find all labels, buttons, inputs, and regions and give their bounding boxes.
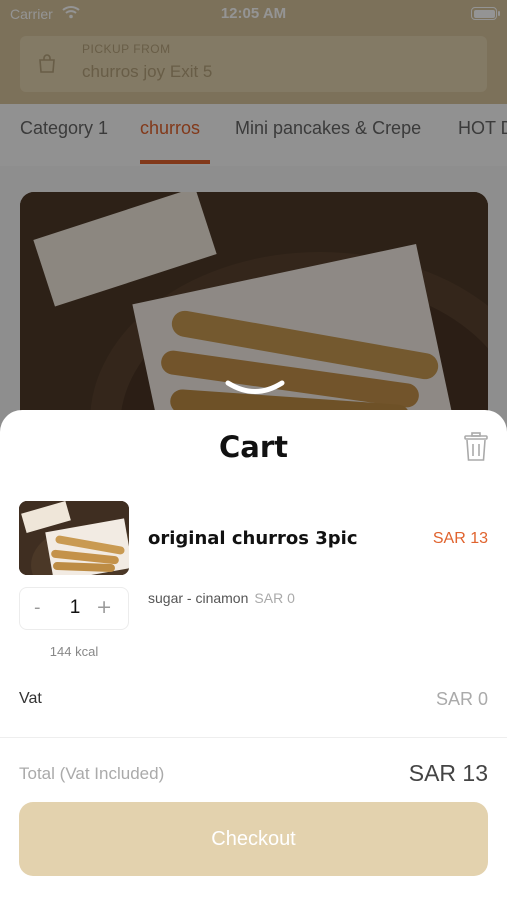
total-label: Total (Vat Included) bbox=[19, 764, 164, 784]
cart-title: Cart bbox=[218, 430, 289, 464]
cart-item-options: sugar - cinamon SAR 0 bbox=[148, 590, 295, 606]
cart-item-name: original churros 3pic bbox=[148, 528, 358, 549]
chevron-down-icon[interactable] bbox=[225, 378, 285, 400]
cart-sheet: Cart original churros 3pic SAR 13 sugar … bbox=[0, 410, 507, 900]
increase-quantity-button[interactable]: + bbox=[96, 596, 112, 618]
quantity-stepper: - 1 + bbox=[19, 587, 129, 630]
quantity-value: 1 bbox=[69, 597, 81, 618]
calories-label: 144 kcal bbox=[49, 644, 99, 659]
checkout-button[interactable]: Checkout bbox=[19, 802, 488, 876]
option-price: SAR 0 bbox=[254, 590, 295, 606]
divider bbox=[0, 737, 507, 738]
cart-item-image bbox=[19, 501, 129, 575]
vat-label: Vat bbox=[19, 690, 42, 707]
total-text: Total bbox=[19, 764, 55, 783]
cart-item-price: SAR 13 bbox=[432, 530, 488, 547]
vat-value: SAR 0 bbox=[435, 689, 488, 709]
vat-included-note: (Vat Included) bbox=[59, 764, 165, 783]
total-value: SAR 13 bbox=[408, 760, 488, 786]
option-names: sugar - cinamon bbox=[148, 590, 249, 606]
trash-icon[interactable] bbox=[463, 432, 489, 462]
